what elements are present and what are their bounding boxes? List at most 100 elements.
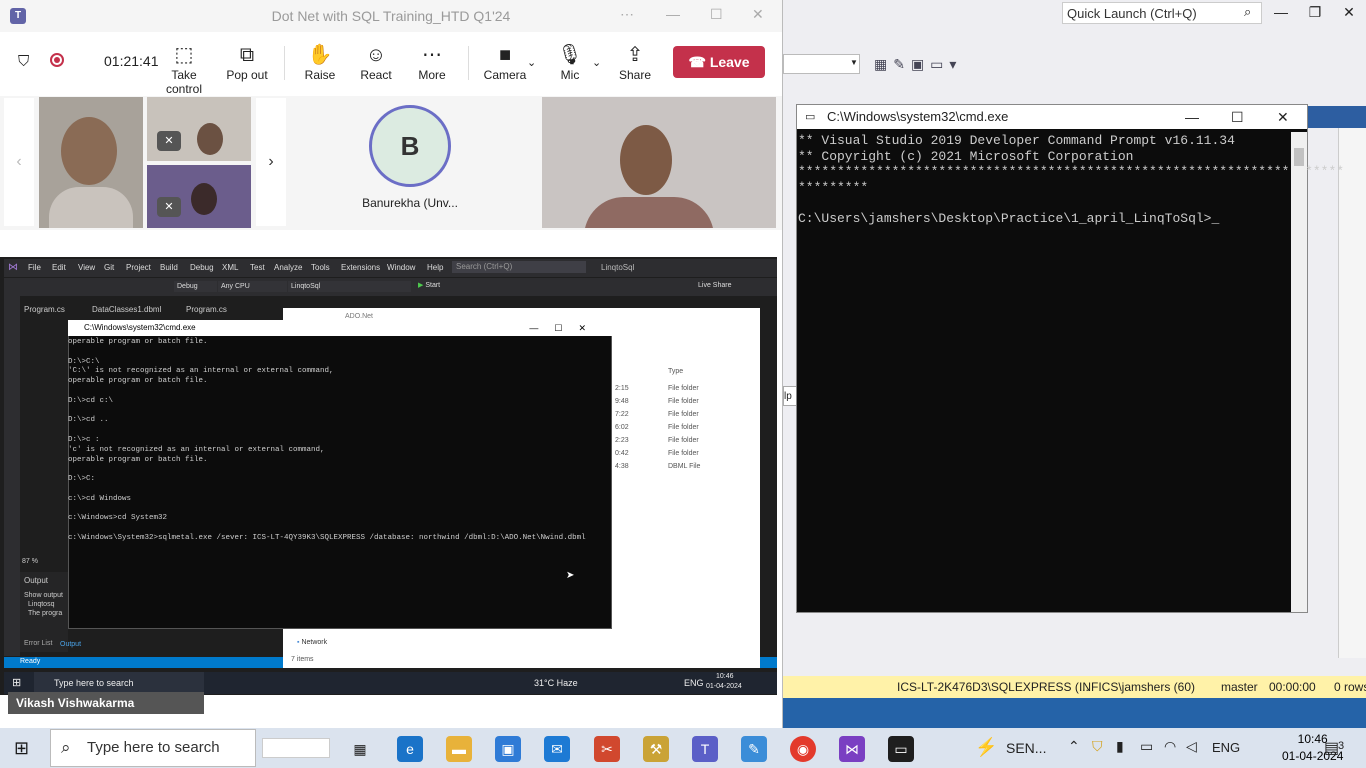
live-share-button[interactable]: Live Share (698, 282, 731, 289)
list-item[interactable]: File folder (668, 421, 700, 434)
minimize-button[interactable]: — (1185, 105, 1199, 129)
store-icon[interactable]: ▣ (495, 736, 521, 762)
vs-tab[interactable]: DataClasses1.dbml (92, 305, 161, 314)
vs-menu-item[interactable]: Extensions (341, 263, 380, 272)
list-item[interactable]: File folder (668, 395, 700, 408)
wifi-icon[interactable]: ◠ (1164, 738, 1176, 755)
vs-config-select[interactable]: Debug (174, 281, 217, 292)
vs-menu-item[interactable]: File (28, 263, 41, 272)
shared-taskbar-search[interactable]: Type here to search (34, 672, 204, 694)
task-view-icon[interactable]: ▦ (347, 736, 373, 762)
gallery-prev-button[interactable]: ‹ (4, 98, 34, 226)
vs-menu-item[interactable]: Project (126, 263, 151, 272)
scrollbar-thumb[interactable] (1294, 148, 1304, 166)
quick-launch-input[interactable]: Quick Launch (Ctrl+Q) (1062, 2, 1262, 24)
vs-menu-item[interactable]: Git (104, 263, 114, 272)
take-control-button[interactable]: ⬚ Take control (152, 42, 216, 96)
leave-button[interactable]: ☎ Leave (673, 46, 765, 78)
minimize-button[interactable]: — (1266, 4, 1296, 20)
language-indicator[interactable]: ENG (1212, 740, 1240, 755)
vs-bottom-tab[interactable]: Output (60, 641, 81, 648)
restore-button[interactable]: ❐ (1300, 4, 1330, 21)
vs-project-select[interactable]: LinqtoSql (288, 281, 411, 292)
search-highlight-image[interactable] (262, 738, 330, 758)
list-item[interactable]: File folder (668, 408, 700, 421)
paint-icon[interactable]: ✎ (741, 736, 767, 762)
vs-tab[interactable]: Program.cs (186, 305, 227, 314)
tray-app-label[interactable]: SEN... (1006, 740, 1046, 756)
close-button[interactable]: ✕ (1334, 4, 1364, 21)
list-item[interactable]: File folder (668, 447, 700, 460)
vs-menu-item[interactable]: XML (222, 263, 238, 272)
ssms-icon[interactable]: ⚒ (643, 736, 669, 762)
vs-tab[interactable]: Program.cs (24, 305, 65, 314)
share-button[interactable]: ⇪ Share (603, 42, 667, 82)
battery-icon[interactable]: ▭ (1140, 738, 1153, 755)
mic-muted-icon: ✕ (157, 197, 181, 217)
vs-search-input[interactable]: Search (Ctrl+Q) (452, 261, 586, 273)
chevron-up-icon[interactable]: ⌃ (1068, 738, 1080, 755)
vs-menu-item[interactable]: Analyze (274, 263, 302, 272)
snipping-tool-icon[interactable]: ✂ (594, 736, 620, 762)
list-item[interactable]: DBML File (668, 460, 700, 473)
mic-options-chevron-icon[interactable]: ⌄ (592, 56, 601, 69)
sensor-app-icon[interactable]: ⚡ (975, 737, 997, 758)
participant-video-tile[interactable] (39, 97, 143, 228)
chrome-icon[interactable]: ◉ (790, 736, 816, 762)
vs-output-panel: Output Show output Linqtosq The progra E… (20, 572, 68, 652)
window-controls[interactable]: —☐✕ (529, 320, 602, 336)
vs-menu-item[interactable]: Window (387, 263, 415, 272)
raise-hand-button[interactable]: ✋ Raise (288, 42, 352, 82)
windows-start-icon[interactable]: ⊞ (12, 676, 21, 689)
mail-icon[interactable]: ✉ (544, 736, 570, 762)
more-options-icon[interactable]: ⋯ (620, 6, 634, 23)
vs-start-button[interactable]: ▶ Start (418, 281, 440, 289)
pop-out-button[interactable]: ⧉ Pop out (215, 42, 279, 82)
vs-menu-item[interactable]: Edit (52, 263, 66, 272)
cmd-taskbar-icon[interactable]: ▭ (888, 736, 914, 762)
teams-icon[interactable]: T (692, 736, 718, 762)
react-button[interactable]: ☺ React (344, 42, 408, 82)
file-explorer-icon[interactable]: ▬ (446, 736, 472, 762)
participant-video-tile[interactable]: ✕ (147, 165, 251, 228)
visual-studio-icon[interactable]: ⋈ (839, 736, 865, 762)
close-button[interactable]: ✕ (1277, 105, 1289, 129)
cmd-scrollbar[interactable] (1291, 132, 1307, 612)
vs-menu-item[interactable]: Build (160, 263, 178, 272)
notifications-icon[interactable]: ▤ (1324, 738, 1339, 758)
vs-platform-select[interactable]: Any CPU (218, 281, 287, 292)
more-button[interactable]: ⋯ More (400, 42, 464, 82)
cmd-output[interactable]: ** Visual Studio 2019 Developer Command … (798, 133, 1344, 226)
participant-video-tile[interactable] (542, 97, 776, 228)
vs-menu-item[interactable]: Test (250, 263, 265, 272)
list-item[interactable]: File folder (668, 382, 700, 395)
windows-start-icon[interactable]: ⊞ (14, 738, 29, 759)
vs-menu-item[interactable]: Debug (190, 263, 214, 272)
vs-menu-item[interactable]: Tools (311, 263, 330, 272)
security-icon[interactable]: ⛉ (1092, 738, 1103, 755)
explorer-network[interactable]: ▪ Network (297, 639, 327, 646)
maximize-button[interactable]: ☐ (710, 6, 723, 23)
minimize-button[interactable]: — (666, 6, 680, 22)
output-line: The progra (28, 610, 63, 617)
participant-video-tile[interactable]: ✕ (147, 97, 251, 161)
microphone-icon[interactable]: ▮ (1116, 738, 1124, 755)
bg-tab-strip (1306, 106, 1366, 128)
taskbar-search-input[interactable]: ⌕ Type here to search (50, 729, 256, 767)
zoom-level[interactable]: 87 % (22, 558, 38, 565)
cmd-titlebar: ▭ C:\Windows\system32\cmd.exe — ☐ ✕ (797, 105, 1307, 129)
list-item[interactable]: File folder (668, 434, 700, 447)
close-button[interactable]: ✕ (752, 6, 764, 23)
bg-combo-box[interactable] (783, 54, 860, 74)
vs-menu-item[interactable]: Help (427, 263, 443, 272)
edge-icon[interactable]: e (397, 736, 423, 762)
toolbar-icons[interactable]: ▦✎▣▭▾ (874, 56, 962, 73)
pop-out-icon: ⧉ (239, 44, 255, 66)
volume-icon[interactable]: ◁ (1186, 738, 1197, 755)
camera-options-chevron-icon[interactable]: ⌄ (527, 56, 536, 69)
vs-menu-item[interactable]: View (78, 263, 95, 272)
vs-bottom-tab[interactable]: Error List (24, 640, 52, 647)
share-icon: ⇪ (626, 44, 644, 66)
maximize-button[interactable]: ☐ (1231, 105, 1244, 129)
gallery-next-button[interactable]: › (256, 98, 286, 226)
